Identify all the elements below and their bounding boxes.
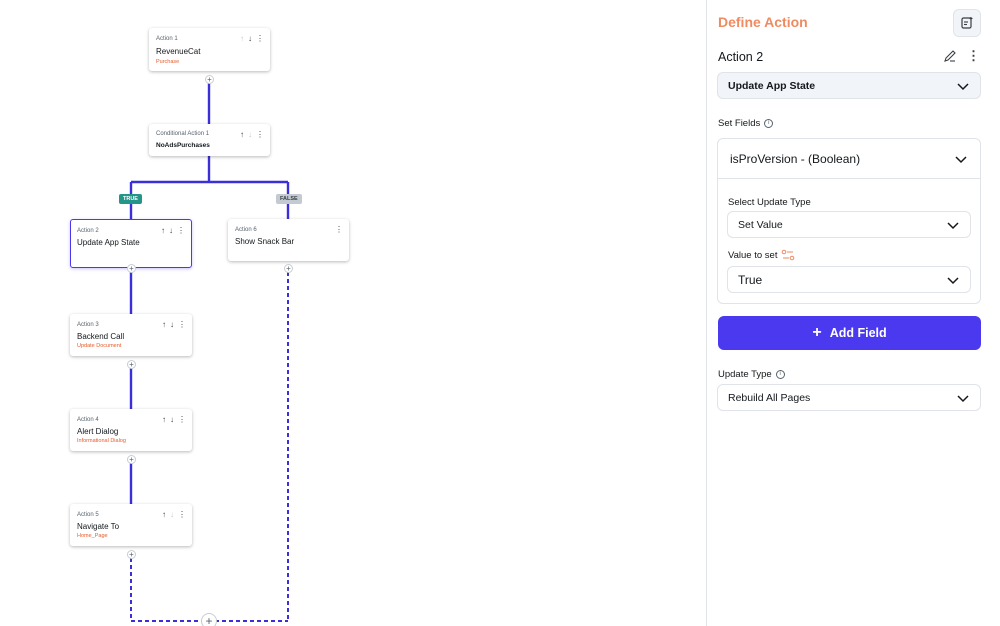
node-name: RevenueCat — [156, 47, 201, 56]
node-title: Action 2 — [77, 228, 99, 234]
info-icon[interactable]: i — [775, 370, 785, 379]
info-icon[interactable]: i — [764, 119, 774, 128]
rebuild-select[interactable]: Rebuild All Pages — [717, 384, 981, 411]
field-header[interactable]: isProVersion - (Boolean) — [718, 139, 980, 179]
node-title: Action 5 — [77, 512, 99, 518]
field-name: isProVersion - (Boolean) — [730, 151, 861, 166]
add-action-button[interactable]: + — [127, 360, 136, 369]
field-card: isProVersion - (Boolean) Select Update T… — [717, 138, 981, 304]
node-title: Action 1 — [156, 36, 178, 42]
arrow-down-icon[interactable]: ↓ — [170, 320, 174, 329]
set-fields-text: Set Fields — [718, 118, 761, 129]
add-action-button[interactable]: + — [284, 264, 293, 273]
more-vert-icon[interactable]: ⋮ — [967, 48, 980, 64]
arrow-down-icon[interactable]: ↓ — [248, 130, 252, 139]
arrow-down-icon[interactable]: ↓ — [170, 510, 174, 519]
action-node-4[interactable]: Action 4 Alert Dialog Informational Dial… — [70, 409, 192, 451]
node-name: NoAdsPurchases — [156, 142, 210, 149]
update-type-select[interactable]: Set Value — [727, 211, 971, 238]
more-vert-icon[interactable]: ⋮ — [178, 320, 186, 329]
action-node-3[interactable]: Action 3 Backend Call Update Document ↑ ↓… — [70, 314, 192, 356]
arrow-up-icon[interactable]: ↑ — [162, 320, 166, 329]
conditional-node-1[interactable]: Conditional Action 1 NoAdsPurchases ↑ ↓ ⋮ — [149, 124, 270, 156]
node-name: Navigate To — [77, 522, 120, 531]
chevron-down-icon — [957, 394, 969, 402]
node-subtitle: Informational Dialog — [77, 438, 126, 444]
node-name: Alert Dialog — [77, 427, 119, 436]
add-action-button[interactable]: + — [127, 550, 136, 559]
node-subtitle: Purchase — [156, 59, 180, 65]
chevron-down-icon — [957, 82, 969, 90]
more-vert-icon[interactable]: ⋮ — [178, 415, 186, 424]
false-branch-badge: FALSE — [276, 194, 302, 204]
rebuild-select-value: Rebuild All Pages — [728, 391, 811, 404]
panel-title: Define Action — [718, 14, 808, 30]
arrow-up-icon[interactable]: ↑ — [162, 510, 166, 519]
node-subtitle: Home_Page — [77, 533, 108, 539]
chevron-down-icon — [947, 276, 959, 284]
action-type-value: Update App State — [728, 79, 816, 92]
chevron-down-icon[interactable] — [954, 152, 968, 166]
arrow-up-icon[interactable]: ↑ — [161, 226, 165, 235]
action-type-select[interactable]: Update App State — [717, 72, 981, 99]
node-title: Action 3 — [77, 322, 99, 328]
flow-canvas[interactable]: Action 1 RevenueCat Purchase ↑ ↓ ⋮ + Condi… — [0, 0, 706, 626]
arrow-down-icon[interactable]: ↓ — [248, 34, 252, 43]
arrow-up-icon[interactable]: ↑ — [240, 34, 244, 43]
more-vert-icon[interactable]: ⋮ — [256, 34, 264, 43]
action-node-5[interactable]: Action 5 Navigate To Home_Page ↑ ↓ ⋮ — [70, 504, 192, 546]
node-name: Show Snack Bar — [235, 237, 295, 246]
add-action-button-merge[interactable]: + — [201, 613, 217, 626]
node-name: Update App State — [77, 238, 140, 247]
true-branch-badge: TRUE — [119, 194, 142, 204]
update-type-select-value: Set Value — [738, 218, 783, 231]
value-select-value: True — [738, 272, 763, 287]
action-node-1[interactable]: Action 1 RevenueCat Purchase ↑ ↓ ⋮ — [149, 28, 270, 71]
more-vert-icon[interactable]: ⋮ — [178, 510, 186, 519]
more-vert-icon[interactable]: ⋮ — [256, 130, 264, 139]
update-type-label: Update Type i — [718, 369, 785, 380]
node-subtitle: Update Document — [77, 343, 122, 349]
action-node-2[interactable]: Action 2 Update App State ↑ ↓ ⋮ — [70, 219, 192, 268]
arrow-up-icon[interactable]: ↑ — [240, 130, 244, 139]
variable-toggle-icon[interactable] — [781, 249, 795, 261]
action-label: Action 2 — [718, 50, 764, 64]
plus-icon: + — [812, 324, 822, 341]
more-vert-icon[interactable]: ⋮ — [335, 225, 343, 234]
node-title: Conditional Action 1 — [156, 131, 210, 137]
add-action-button[interactable]: + — [127, 455, 136, 464]
node-name: Backend Call — [77, 332, 125, 341]
add-action-button[interactable]: + — [127, 264, 136, 273]
node-title: Action 4 — [77, 417, 99, 423]
node-title: Action 6 — [235, 227, 257, 233]
value-to-set-text: Value to set — [728, 249, 778, 261]
add-field-button[interactable]: + Add Field — [718, 316, 981, 350]
chevron-down-icon — [947, 221, 959, 229]
edit-pencil-icon[interactable] — [943, 49, 957, 68]
action-node-6[interactable]: Action 6 Show Snack Bar ⋮ — [228, 219, 349, 261]
arrow-down-icon[interactable]: ↓ — [169, 226, 173, 235]
add-field-label: Add Field — [829, 326, 887, 340]
value-to-set-label: Value to set — [728, 249, 795, 261]
arrow-down-icon[interactable]: ↓ — [170, 415, 174, 424]
update-type-text: Update Type — [718, 369, 772, 380]
update-type-select-label: Select Update Type — [728, 197, 811, 208]
value-select[interactable]: True — [727, 266, 971, 293]
notes-icon[interactable] — [953, 9, 981, 37]
more-vert-icon[interactable]: ⋮ — [177, 226, 185, 235]
define-action-panel: Define Action Action 2 ⋮ Update App Stat… — [706, 0, 1000, 626]
arrow-up-icon[interactable]: ↑ — [162, 415, 166, 424]
set-fields-label: Set Fields i — [718, 118, 774, 129]
add-action-button[interactable]: + — [205, 75, 214, 84]
